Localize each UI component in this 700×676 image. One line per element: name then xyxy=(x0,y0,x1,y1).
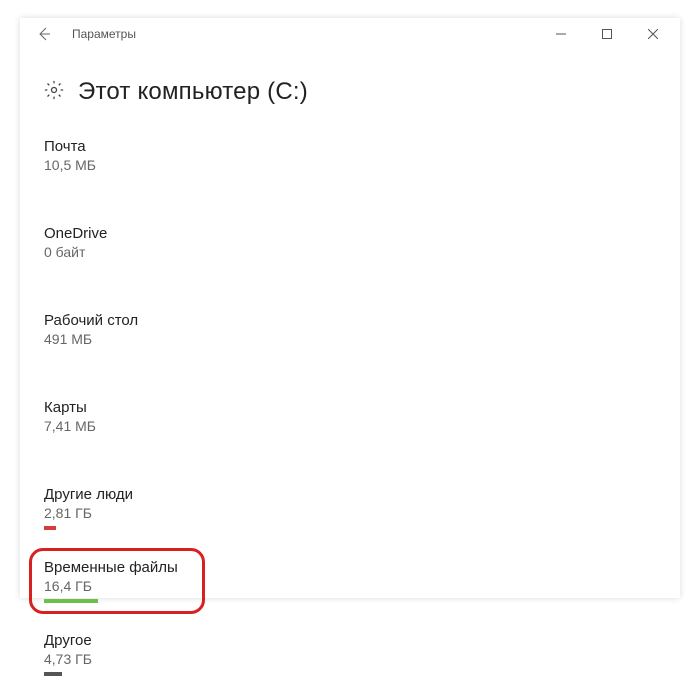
storage-item-other[interactable]: Другое 4,73 ГБ xyxy=(44,632,244,676)
item-size: 491 МБ xyxy=(44,331,244,347)
back-button[interactable] xyxy=(24,18,64,50)
storage-item-temp-files[interactable]: Временные файлы 16,4 ГБ xyxy=(29,548,205,614)
storage-list: Почта 10,5 МБ OneDrive 0 байт Рабочий ст… xyxy=(44,138,656,676)
item-bar xyxy=(44,526,56,530)
titlebar: Параметры xyxy=(20,18,680,50)
item-size: 16,4 ГБ xyxy=(44,578,178,594)
close-icon xyxy=(648,29,658,39)
item-bar xyxy=(44,672,62,676)
item-size: 2,81 ГБ xyxy=(44,505,244,521)
settings-window: Параметры Этот компьютер (C:) xyxy=(20,18,680,598)
content-area: Этот компьютер (C:) Почта 10,5 МБ OneDri… xyxy=(20,50,680,676)
maximize-icon xyxy=(602,29,612,39)
arrow-left-icon xyxy=(36,26,52,42)
minimize-icon xyxy=(556,29,566,39)
item-name: Карты xyxy=(44,399,244,416)
maximize-button[interactable] xyxy=(584,18,630,50)
window-controls xyxy=(538,18,676,50)
storage-item-maps[interactable]: Карты 7,41 МБ xyxy=(44,399,244,434)
minimize-button[interactable] xyxy=(538,18,584,50)
item-name: Другие люди xyxy=(44,486,244,503)
item-name: Рабочий стол xyxy=(44,312,244,329)
item-name: Почта xyxy=(44,138,244,155)
item-size: 7,41 МБ xyxy=(44,418,244,434)
storage-item-other-people[interactable]: Другие люди 2,81 ГБ xyxy=(44,486,244,530)
item-name: Временные файлы xyxy=(44,559,178,576)
item-name: Другое xyxy=(44,632,244,649)
close-button[interactable] xyxy=(630,18,676,50)
storage-item-mail[interactable]: Почта 10,5 МБ xyxy=(44,138,244,173)
window-title: Параметры xyxy=(72,27,538,41)
item-size: 10,5 МБ xyxy=(44,157,244,173)
gear-icon xyxy=(44,80,64,105)
item-bar xyxy=(44,599,98,603)
item-size: 4,73 ГБ xyxy=(44,651,244,667)
page-title: Этот компьютер (C:) xyxy=(78,78,308,106)
item-name: OneDrive xyxy=(44,225,244,242)
item-size: 0 байт xyxy=(44,244,244,260)
storage-item-onedrive[interactable]: OneDrive 0 байт xyxy=(44,225,244,260)
storage-item-desktop[interactable]: Рабочий стол 491 МБ xyxy=(44,312,244,347)
page-header: Этот компьютер (C:) xyxy=(44,78,656,106)
